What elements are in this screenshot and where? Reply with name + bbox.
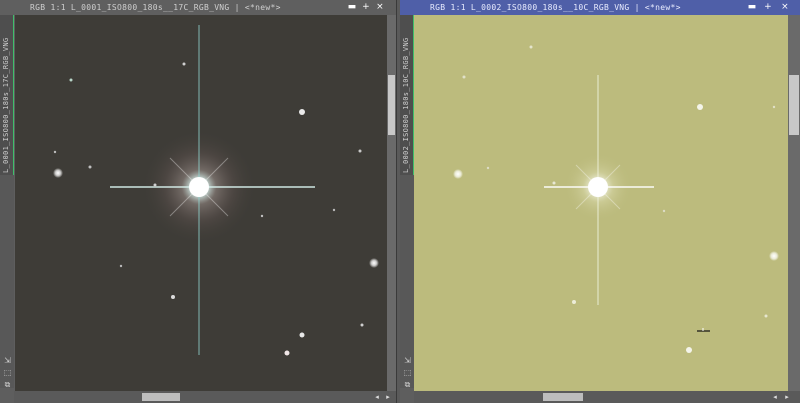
window-toolstrip: ⇲ ⬚ ⧉ [0, 175, 14, 389]
fit-view-icon[interactable]: ⬚ [3, 368, 12, 377]
horizontal-scroll-thumb[interactable] [543, 393, 583, 401]
vertical-tab-label: L_0001_ISO800_180s_17C_RGB_VNG [2, 37, 10, 173]
minimize-icon[interactable]: ▬ [346, 0, 358, 15]
horizontal-scrollbar[interactable]: ◂ ▸ [14, 391, 396, 403]
maximize-icon[interactable]: + [360, 0, 372, 15]
window-titlebar[interactable]: RGB 1:1 L_0001_ISO800_180s__17C_RGB_VNG … [0, 0, 396, 15]
scroll-right-icon[interactable]: ▸ [383, 391, 393, 403]
vertical-tab-label: L_0002_ISO800_180s_10C_RGB_VNG [402, 37, 410, 173]
resize-icon[interactable]: ⇲ [403, 356, 412, 365]
fit-view-icon[interactable]: ⬚ [403, 368, 412, 377]
star-field-image [414, 15, 788, 391]
scroll-left-icon[interactable]: ◂ [770, 391, 780, 403]
vertical-scroll-thumb[interactable] [789, 75, 799, 135]
close-icon[interactable]: × [779, 0, 791, 15]
astro-image-view[interactable] [15, 15, 387, 391]
window-titlebar[interactable]: RGB 1:1 L_0002_ISO800_180s__10C_RGB_VNG … [400, 0, 800, 15]
clone-view-icon[interactable]: ⧉ [3, 380, 12, 389]
vertical-scrollbar[interactable] [788, 15, 800, 391]
scroll-right-icon[interactable]: ▸ [782, 391, 792, 403]
star-field-image [15, 15, 387, 391]
horizontal-scrollbar[interactable]: ◂ ▸ [414, 391, 800, 403]
vertical-scrollbar[interactable] [387, 15, 396, 391]
window-title: RGB 1:1 L_0002_ISO800_180s__10C_RGB_VNG … [430, 3, 681, 12]
minimize-icon[interactable]: ▬ [746, 0, 758, 15]
astro-image-view[interactable] [414, 15, 788, 391]
image-window-1[interactable]: RGB 1:1 L_0001_ISO800_180s__17C_RGB_VNG … [0, 0, 397, 403]
resize-icon[interactable]: ⇲ [3, 356, 12, 365]
scroll-left-icon[interactable]: ◂ [372, 391, 382, 403]
image-vertical-tab[interactable]: L_0001_ISO800_180s_17C_RGB_VNG [0, 15, 14, 175]
maximize-icon[interactable]: + [762, 0, 774, 15]
image-vertical-tab[interactable]: L_0002_ISO800_180s_10C_RGB_VNG [400, 15, 414, 175]
horizontal-scroll-thumb[interactable] [142, 393, 180, 401]
vertical-scroll-thumb[interactable] [388, 75, 395, 135]
image-window-2[interactable]: RGB 1:1 L_0002_ISO800_180s__10C_RGB_VNG … [400, 0, 800, 403]
close-icon[interactable]: × [374, 0, 386, 15]
window-toolstrip: ⇲ ⬚ ⧉ [400, 175, 414, 389]
window-title: RGB 1:1 L_0001_ISO800_180s__17C_RGB_VNG … [30, 3, 281, 12]
clone-view-icon[interactable]: ⧉ [403, 380, 412, 389]
